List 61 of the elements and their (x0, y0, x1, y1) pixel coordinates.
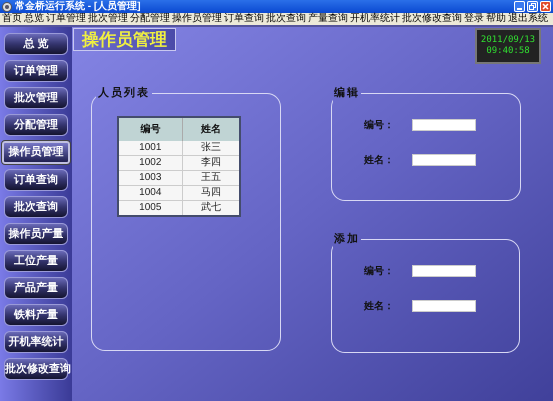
table-cell: 马四 (182, 186, 240, 200)
minimize-button[interactable] (514, 1, 525, 12)
nav-button[interactable]: 操作员产量 (4, 223, 68, 245)
nav-button[interactable]: 操作员管理 (2, 141, 70, 164)
input-field[interactable] (412, 119, 476, 131)
menu-item[interactable]: 操作员管理 (172, 14, 222, 24)
nav-button[interactable]: 分配管理 (4, 114, 68, 136)
close-icon (542, 3, 549, 10)
field-label: 姓名： (364, 300, 395, 314)
input-field[interactable] (412, 265, 476, 277)
table-cell: 1005 (118, 200, 182, 216)
table-cell: 1003 (118, 170, 182, 186)
restore-button[interactable] (527, 1, 538, 12)
panel-title: 人员列表 (97, 86, 151, 101)
nav-button[interactable]: 订单管理 (4, 60, 68, 82)
minimize-icon (517, 8, 522, 10)
menu-item[interactable]: 开机率统计 (350, 14, 400, 24)
table-cell: 武七 (182, 200, 240, 216)
menu-item[interactable]: 分配管理 (130, 14, 170, 24)
menu-item[interactable]: 登录 (464, 14, 484, 24)
table-cell: 王五 (182, 170, 240, 186)
nav-button[interactable]: 工位产量 (4, 250, 68, 272)
field-label: 编号： (364, 118, 395, 132)
column-header: 姓名 (182, 116, 240, 140)
menu-item[interactable]: 批次查询 (266, 14, 306, 24)
nav-button[interactable]: 批次查询 (4, 196, 68, 218)
menu-item[interactable]: 订单查询 (224, 14, 264, 24)
panel-title: 编辑 (333, 86, 361, 101)
menu-item[interactable]: 退出系统 (508, 14, 548, 24)
table-cell: 张三 (182, 140, 240, 156)
nav-button[interactable]: 批次管理 (4, 87, 68, 109)
menu-item[interactable]: 帮助 (486, 14, 506, 24)
input-field[interactable] (412, 154, 476, 166)
input-field[interactable] (412, 300, 476, 312)
menu-item[interactable]: 订单管理 (46, 14, 86, 24)
menu-item[interactable]: 批次管理 (88, 14, 128, 24)
nav-button[interactable]: 总 览 (4, 33, 68, 55)
column-header: 编号 (118, 116, 182, 140)
app-icon (2, 2, 12, 12)
nav-button[interactable]: 铁料产量 (4, 304, 68, 326)
window-title: 常金桥运行系统 - [人员管理] (15, 2, 141, 12)
nav-button[interactable]: 产品产量 (4, 277, 68, 299)
menu-item[interactable]: 首页 (2, 14, 22, 24)
page-title: 操作员管理 (73, 28, 176, 51)
table-cell: 1004 (118, 186, 182, 200)
panel-title: 添加 (333, 232, 361, 247)
nav-button[interactable]: 批次修改查询 (4, 358, 68, 380)
field-label: 姓名： (364, 154, 395, 168)
field-label: 编号： (364, 264, 395, 278)
menu-item[interactable]: 总览 (24, 14, 44, 24)
menu-item[interactable]: 产量查询 (308, 14, 348, 24)
clock-date: 2011/09/13 (480, 35, 536, 46)
table-cell: 1001 (118, 140, 182, 156)
table-cell: 1002 (118, 156, 182, 170)
menu-item[interactable]: 批次修改查询 (402, 14, 462, 24)
table-cell: 李四 (182, 156, 240, 170)
close-button[interactable] (540, 1, 551, 12)
nav-button[interactable]: 订单查询 (4, 169, 68, 191)
clock-time: 09:40:58 (486, 46, 530, 57)
restore-icon (529, 3, 536, 10)
nav-button[interactable]: 开机率统计 (4, 331, 68, 353)
